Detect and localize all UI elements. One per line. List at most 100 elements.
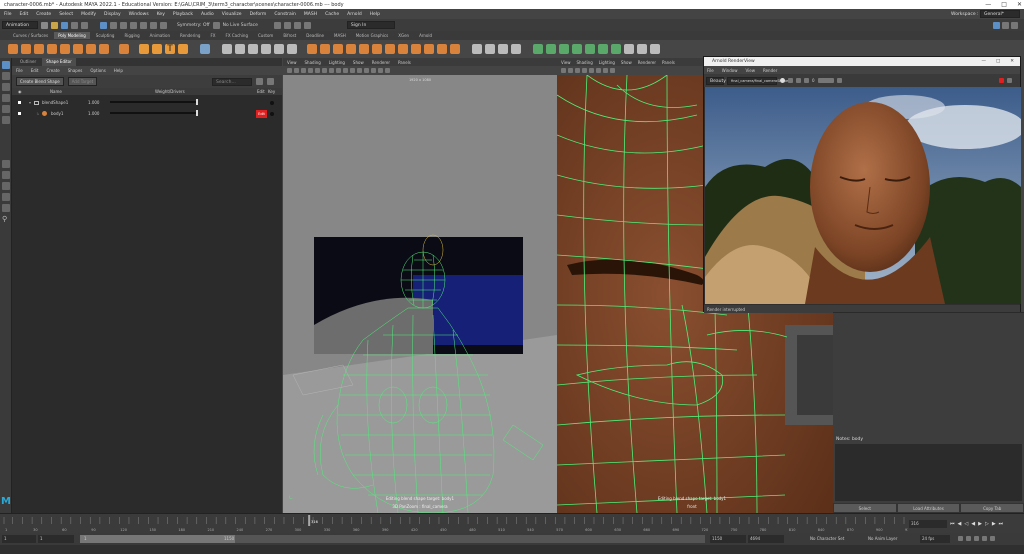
target-weight-slider[interactable] bbox=[110, 110, 198, 116]
undo-icon[interactable] bbox=[71, 21, 78, 29]
film-gate-icon[interactable] bbox=[322, 68, 327, 73]
se-menu-help[interactable]: Help bbox=[114, 68, 123, 73]
rgb-icon[interactable] bbox=[780, 78, 785, 83]
camera-dropdown[interactable]: final_camera/final_cameraShape bbox=[727, 76, 788, 85]
loop-icon[interactable] bbox=[958, 536, 963, 541]
vp2-menu-view[interactable]: View bbox=[561, 60, 571, 65]
exposure-icon[interactable] bbox=[804, 78, 809, 83]
curve-tool-icon[interactable] bbox=[152, 44, 162, 54]
cylindrical-map-icon[interactable] bbox=[559, 44, 569, 54]
fill-hole-icon[interactable] bbox=[346, 44, 356, 54]
extract-icon[interactable] bbox=[450, 44, 460, 54]
uv-cut-icon[interactable] bbox=[637, 44, 647, 54]
vp2-menu-show[interactable]: Show bbox=[621, 60, 632, 65]
visibility-checkbox[interactable] bbox=[18, 101, 21, 104]
auto-key-icon[interactable] bbox=[982, 536, 987, 541]
lights-icon[interactable] bbox=[610, 68, 615, 73]
viewport1[interactable]: 1920 x 1080 Editing blend shape target: … bbox=[283, 75, 557, 513]
arnold-renderview-window[interactable]: Arnold RenderView — □ ✕ File Window View… bbox=[703, 56, 1021, 313]
wireframe-icon[interactable] bbox=[589, 68, 594, 73]
snap-point-icon[interactable] bbox=[150, 21, 157, 29]
toggle-attribute-editor-icon[interactable] bbox=[1002, 21, 1009, 29]
lights-icon[interactable] bbox=[357, 68, 362, 73]
separate-icon[interactable] bbox=[235, 44, 245, 54]
smooth-shade-icon[interactable] bbox=[596, 68, 601, 73]
render-icon[interactable] bbox=[1007, 78, 1012, 83]
poly-torus-icon[interactable] bbox=[60, 44, 70, 54]
range-slider[interactable]: 1 1150 bbox=[80, 535, 705, 543]
outliner-layout-icon[interactable] bbox=[2, 193, 10, 201]
shelf-tab-fx[interactable]: FX bbox=[206, 32, 219, 39]
four-view-icon[interactable] bbox=[2, 171, 10, 179]
textured-icon[interactable] bbox=[350, 68, 355, 73]
isolate-icon[interactable] bbox=[371, 68, 376, 73]
toggle-channel-box-icon[interactable] bbox=[1011, 21, 1018, 29]
select-button[interactable]: Select bbox=[833, 503, 897, 513]
current-time-field[interactable]: 316 bbox=[909, 520, 947, 528]
tab-outliner[interactable]: Outliner bbox=[16, 58, 40, 66]
merge-icon[interactable] bbox=[411, 44, 421, 54]
magnet-icon[interactable] bbox=[212, 21, 220, 29]
move-tool-icon[interactable] bbox=[2, 94, 10, 102]
menu-cache[interactable]: Cache bbox=[325, 12, 339, 17]
target-name[interactable]: body1 bbox=[51, 111, 63, 116]
rv-maximize-icon[interactable]: □ bbox=[996, 59, 1000, 64]
snapshot-icon[interactable] bbox=[836, 78, 842, 83]
shape-search-input[interactable]: Search... bbox=[212, 77, 252, 86]
grid-toggle-icon[interactable] bbox=[582, 68, 587, 73]
shelf-tab-sculpting[interactable]: Sculpting bbox=[92, 32, 119, 39]
visibility-checkbox[interactable] bbox=[18, 112, 21, 115]
edit-target-button[interactable]: Edit bbox=[256, 109, 267, 118]
single-view-icon[interactable] bbox=[2, 160, 10, 168]
vp1-menu-view[interactable]: View bbox=[287, 60, 297, 65]
uv-sew-icon[interactable] bbox=[650, 44, 660, 54]
multi-cut-icon[interactable] bbox=[472, 44, 482, 54]
menuset-dropdown[interactable]: Animation bbox=[2, 21, 38, 29]
go-start-icon[interactable]: ⏮ bbox=[950, 521, 955, 527]
anim-layer-dropdown[interactable]: No Anim Layer bbox=[868, 536, 897, 541]
menu-visualize[interactable]: Visualize bbox=[222, 12, 242, 17]
menu-deform[interactable]: Deform bbox=[250, 12, 267, 17]
menu-file[interactable]: File bbox=[4, 12, 12, 17]
fps-dropdown[interactable]: 24 fps bbox=[920, 535, 950, 543]
svg-tool-icon[interactable] bbox=[178, 44, 188, 54]
workspace-selector[interactable]: Workspace : General* bbox=[951, 10, 1020, 18]
notes-textarea[interactable] bbox=[835, 444, 1022, 501]
collapse-icon[interactable] bbox=[424, 44, 434, 54]
append-polygon-icon[interactable] bbox=[359, 44, 369, 54]
target-weld-icon[interactable] bbox=[485, 44, 495, 54]
exposure-slider[interactable] bbox=[817, 78, 834, 83]
unfold-icon[interactable] bbox=[598, 44, 608, 54]
connect-icon[interactable] bbox=[498, 44, 508, 54]
new-scene-icon[interactable] bbox=[41, 21, 48, 29]
camera-attr-icon[interactable] bbox=[294, 68, 299, 73]
open-scene-icon[interactable] bbox=[51, 21, 58, 29]
prefs-icon[interactable] bbox=[990, 536, 995, 541]
current-time-marker[interactable] bbox=[308, 515, 311, 526]
key-dot-icon[interactable] bbox=[270, 111, 274, 116]
smooth-icon[interactable] bbox=[248, 44, 258, 54]
menu-mash[interactable]: MASH bbox=[304, 12, 317, 17]
layout-uv-icon[interactable] bbox=[611, 44, 621, 54]
menu-key[interactable]: Key bbox=[157, 12, 165, 17]
shelf-tab-fx-caching[interactable]: FX Caching bbox=[222, 32, 252, 39]
se-menu-edit[interactable]: Edit bbox=[31, 68, 39, 73]
copy-tab-button[interactable]: Copy Tab bbox=[960, 503, 1024, 513]
vp1-menu-show[interactable]: Show bbox=[353, 60, 364, 65]
shelf-tab-arnold[interactable]: Arnold bbox=[415, 32, 436, 39]
paint-select-icon[interactable] bbox=[2, 83, 10, 91]
step-forward-key-icon[interactable]: ▶ bbox=[992, 521, 996, 527]
key-icon[interactable] bbox=[966, 536, 971, 541]
hypershade-icon[interactable] bbox=[303, 21, 311, 29]
se-menu-options[interactable]: Options bbox=[90, 68, 105, 73]
shelf-tab-curves[interactable]: Curves / Surfaces bbox=[9, 32, 52, 39]
poly-cube-icon[interactable] bbox=[21, 44, 31, 54]
toggle-modeling-toolkit-icon[interactable] bbox=[993, 21, 1000, 29]
extrude-icon[interactable] bbox=[307, 44, 317, 54]
rv-close-icon[interactable]: ✕ bbox=[1010, 59, 1014, 64]
shelf-tab-motion-graphics[interactable]: Motion Graphics bbox=[352, 32, 393, 39]
poly-cylinder-icon[interactable] bbox=[34, 44, 44, 54]
target-weight[interactable]: 1.000 bbox=[88, 111, 99, 116]
filter-icon[interactable] bbox=[256, 78, 263, 85]
resolution-gate-icon[interactable] bbox=[329, 68, 334, 73]
